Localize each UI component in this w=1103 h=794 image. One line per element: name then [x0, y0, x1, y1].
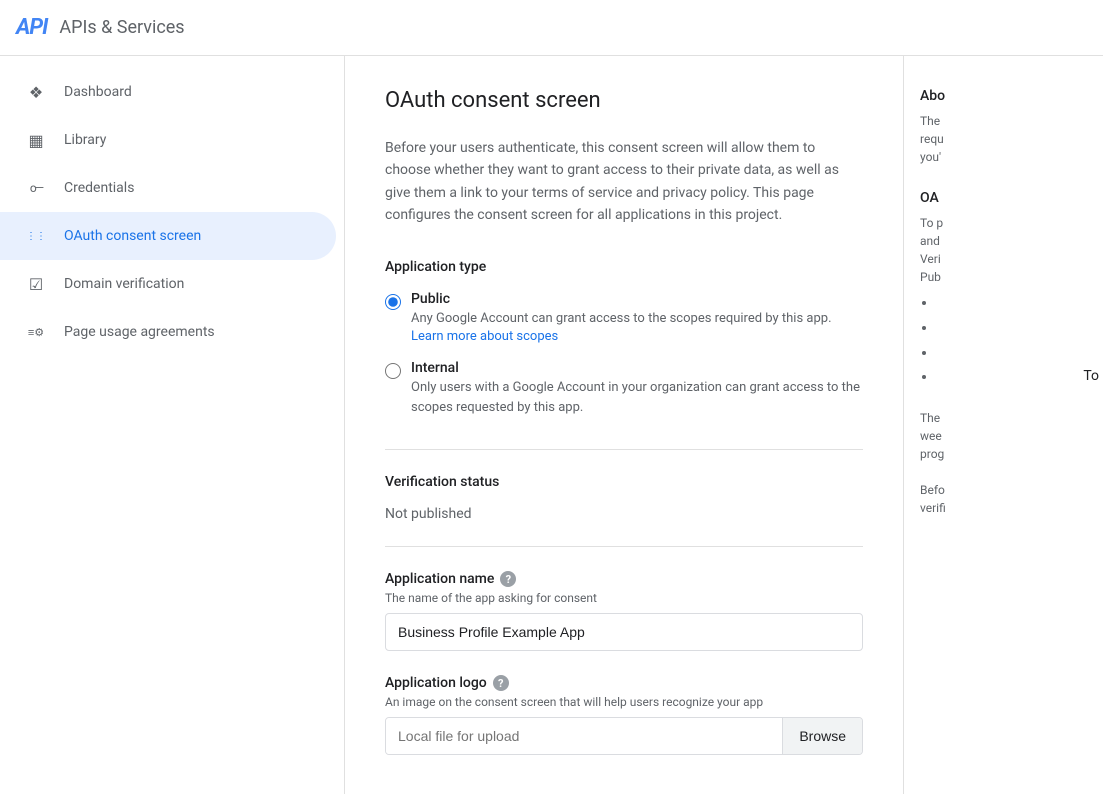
radio-public-desc: Any Google Account can grant access to t… — [411, 309, 832, 329]
application-name-hint: The name of the app asking for consent — [385, 591, 863, 605]
right-panel-bullet-list — [920, 294, 1087, 385]
sidebar-label-oauth: OAuth consent screen — [64, 228, 201, 244]
verification-status-value: Not published — [385, 506, 863, 522]
sidebar-label-page-usage: Page usage agreements — [64, 324, 215, 340]
right-panel: Abo Therequyou' OA To pandVeriPub Thewee… — [903, 56, 1103, 794]
application-name-group: Application name ? The name of the app a… — [385, 571, 863, 651]
right-panel-oauth-title: OA — [920, 190, 1087, 206]
radio-option-public: Public Any Google Account can grant acce… — [385, 291, 863, 345]
library-icon: ▦ — [24, 128, 48, 152]
right-panel-footer: TheweeprogBefoverifi — [920, 409, 1087, 517]
top-bar-title: APIs & Services — [59, 17, 184, 38]
top-bar: API APIs & Services — [0, 0, 1103, 56]
right-panel-footer-text: TheweeprogBefoverifi — [920, 409, 1087, 517]
application-logo-group: Application logo ? An image on the conse… — [385, 675, 863, 755]
domain-icon: ☑ — [24, 272, 48, 296]
to-label: To — [1083, 368, 1103, 384]
radio-internal-desc: Only users with a Google Account in your… — [411, 378, 863, 417]
sidebar-item-oauth[interactable]: ⋮⋮ OAuth consent screen — [0, 212, 336, 260]
radio-public-content: Public Any Google Account can grant acce… — [411, 291, 832, 345]
learn-more-link[interactable]: Learn more about scopes — [411, 329, 558, 344]
application-type-label: Application type — [385, 259, 863, 275]
radio-option-internal: Internal Only users with a Google Accoun… — [385, 360, 863, 417]
content-area: OAuth consent screen Before your users a… — [345, 56, 903, 794]
radio-internal[interactable] — [385, 363, 401, 379]
application-name-label: Application name ? — [385, 571, 863, 587]
sidebar-item-library[interactable]: ▦ Library — [0, 116, 336, 164]
application-name-help-icon[interactable]: ? — [500, 571, 516, 587]
right-panel-about: Abo Therequyou' — [920, 88, 1087, 166]
sidebar-item-domain[interactable]: ☑ Domain verification — [0, 260, 336, 308]
radio-internal-content: Internal Only users with a Google Accoun… — [411, 360, 863, 417]
sidebar-label-domain: Domain verification — [64, 276, 184, 292]
sidebar-item-dashboard[interactable]: ❖ Dashboard — [0, 68, 336, 116]
application-logo-hint: An image on the consent screen that will… — [385, 695, 863, 709]
sidebar: ❖ Dashboard ▦ Library o— Credentials ⋮⋮ … — [0, 56, 345, 794]
radio-internal-label: Internal — [411, 360, 863, 376]
page-title: OAuth consent screen — [385, 88, 863, 113]
radio-public-label: Public — [411, 291, 832, 307]
main-layout: ❖ Dashboard ▦ Library o— Credentials ⋮⋮ … — [0, 56, 1103, 794]
right-panel-about-title: Abo — [920, 88, 1087, 104]
application-logo-label: Application logo ? — [385, 675, 863, 691]
divider-2 — [385, 546, 863, 547]
file-upload-input[interactable] — [386, 718, 782, 754]
sidebar-label-credentials: Credentials — [64, 180, 134, 196]
right-panel-about-text: Therequyou' — [920, 112, 1087, 166]
bullet-item-2 — [936, 319, 1087, 336]
verification-status-label: Verification status — [385, 474, 863, 490]
sidebar-item-credentials[interactable]: o— Credentials — [0, 164, 336, 212]
application-logo-help-icon[interactable]: ? — [493, 675, 509, 691]
page-description: Before your users authenticate, this con… — [385, 137, 863, 227]
bullet-item-3 — [936, 344, 1087, 361]
sidebar-label-dashboard: Dashboard — [64, 84, 132, 100]
right-panel-oauth-text: To pandVeriPub — [920, 214, 1087, 286]
bullet-item-1 — [936, 294, 1087, 311]
dashboard-icon: ❖ — [24, 80, 48, 104]
credentials-icon: o— — [24, 176, 48, 200]
right-panel-oauth: OA To pandVeriPub — [920, 190, 1087, 385]
application-name-input[interactable] — [385, 613, 863, 651]
sidebar-label-library: Library — [64, 132, 106, 148]
page-usage-icon: ≡⚙ — [24, 320, 48, 344]
bullet-item-4 — [936, 368, 1087, 385]
verification-status-section: Verification status Not published — [385, 474, 863, 522]
sidebar-item-page-usage[interactable]: ≡⚙ Page usage agreements — [0, 308, 336, 356]
application-type-section: Application type Public Any Google Accou… — [385, 259, 863, 418]
oauth-icon: ⋮⋮ — [24, 224, 48, 248]
browse-button[interactable]: Browse — [782, 718, 862, 754]
divider-1 — [385, 449, 863, 450]
radio-public[interactable] — [385, 294, 401, 310]
api-logo: API — [16, 15, 47, 40]
file-upload-row: Browse — [385, 717, 863, 755]
